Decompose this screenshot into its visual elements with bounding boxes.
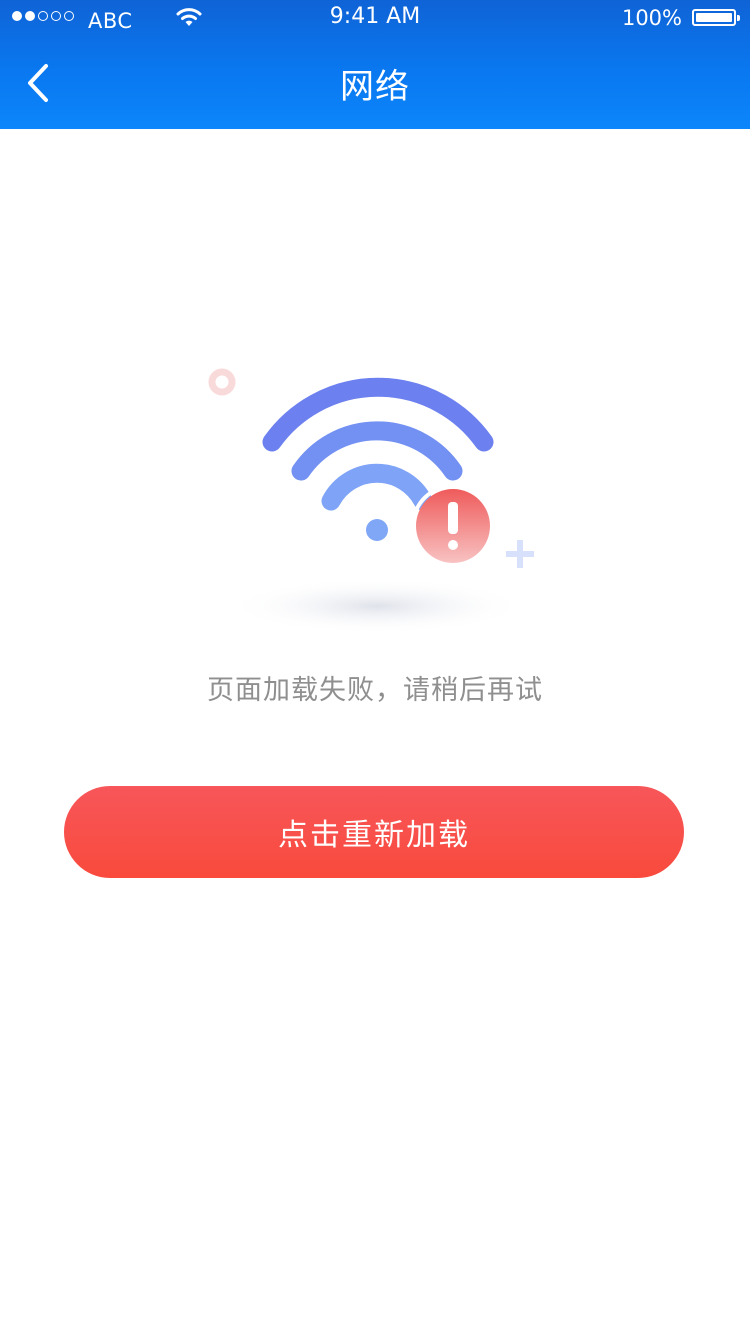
wifi-error-icon xyxy=(208,368,534,634)
wifi-dot xyxy=(366,519,388,541)
page-title: 网络 xyxy=(340,67,410,107)
decor-ring xyxy=(208,368,236,396)
header: ABC 9:41 AM 100% 网络 xyxy=(0,0,750,129)
illustration-shadow xyxy=(227,578,527,634)
decor-plus xyxy=(506,540,534,568)
status-bar: ABC 9:41 AM 100% xyxy=(0,0,750,40)
error-message: 页面加载失败，请稍后再试 xyxy=(207,675,543,706)
reload-button[interactable]: 点击重新加载 xyxy=(64,786,684,878)
wifi-arc-inner xyxy=(321,463,433,511)
network-error-screen: ABC 9:41 AM 100% 网络 页面加载失败，请稍后再试 点击重新加载 xyxy=(0,0,750,1334)
battery-percent: 100% xyxy=(621,6,682,30)
battery-icon xyxy=(692,9,740,26)
